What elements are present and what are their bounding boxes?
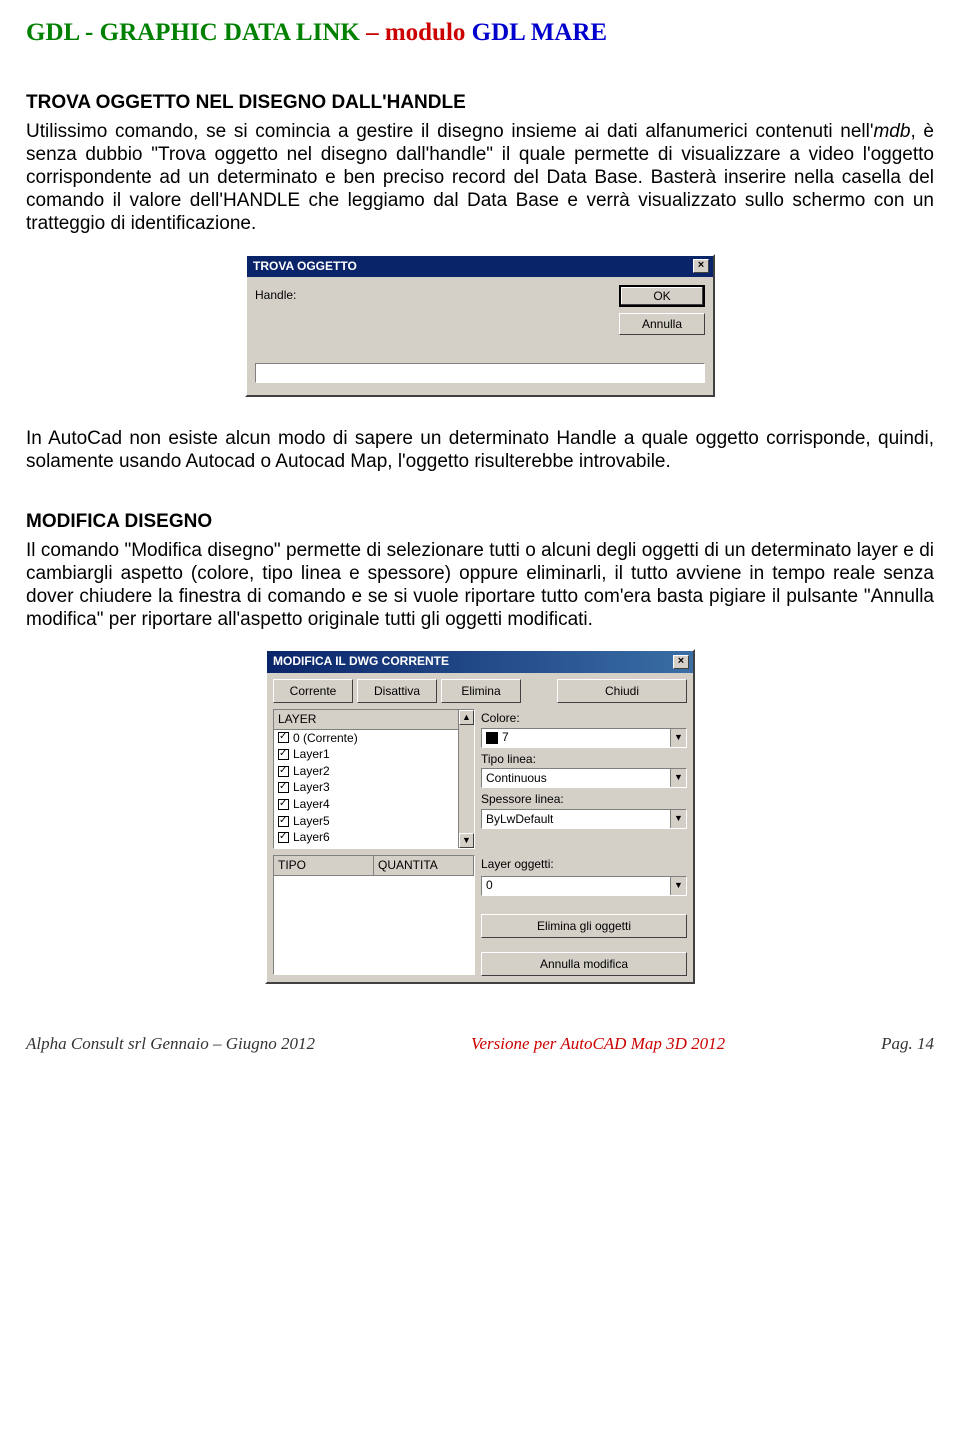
chevron-down-icon[interactable]: ▼: [670, 810, 686, 828]
checkbox-icon[interactable]: [278, 799, 289, 810]
section1-text-a: Utilissimo comando, se si comincia a ges…: [26, 121, 873, 142]
tipo-linea-label: Tipo linea:: [481, 752, 687, 767]
checkbox-icon[interactable]: [278, 732, 289, 743]
checkbox-icon[interactable]: [278, 816, 289, 827]
chiudi-button[interactable]: Chiudi: [557, 679, 687, 703]
colore-combo[interactable]: 7 ▼: [481, 728, 687, 748]
footer-left: Alpha Consult srl Gennaio – Giugno 2012: [26, 1034, 315, 1055]
page-header: GDL - GRAPHIC DATA LINK – modulo GDL MAR…: [26, 18, 934, 49]
layer-oggetti-label: Layer oggetti:: [481, 857, 687, 872]
header-part2: – modulo: [360, 19, 472, 46]
close-icon[interactable]: ×: [673, 655, 689, 669]
spessore-linea-value: ByLwDefault: [486, 812, 553, 827]
checkbox-icon[interactable]: [278, 782, 289, 793]
tipo-linea-combo[interactable]: Continuous ▼: [481, 768, 687, 788]
quantita-column-header: QUANTITA: [374, 856, 474, 876]
tipo-linea-value: Continuous: [486, 771, 547, 786]
header-part3: GDL MARE: [472, 19, 607, 46]
chevron-down-icon[interactable]: ▼: [670, 877, 686, 895]
layer-name: Layer6: [293, 830, 330, 845]
layer-row[interactable]: Layer6: [276, 829, 472, 846]
scrollbar[interactable]: ▲ ▼: [458, 710, 474, 848]
handle-label: Handle:: [255, 285, 296, 307]
layer-row[interactable]: 0 (Corrente): [276, 730, 472, 747]
checkbox-icon[interactable]: [278, 766, 289, 777]
header-part1: GDL - GRAPHIC DATA LINK: [26, 19, 360, 46]
layer-oggetti-combo[interactable]: 0 ▼: [481, 876, 687, 896]
section2-title: MODIFICA DISEGNO: [26, 510, 934, 533]
layer-name: Layer2: [293, 764, 330, 779]
section1-text-b: mdb: [873, 121, 910, 142]
handle-input[interactable]: [255, 363, 705, 383]
layer-listbox[interactable]: LAYER 0 (Corrente)Layer1 Layer2Layer3 Laye…: [273, 709, 475, 849]
colore-label: Colore:: [481, 711, 687, 726]
layer-name: Layer3: [293, 780, 330, 795]
section1-title: TROVA OGGETTO NEL DISEGNO DALL'HANDLE: [26, 91, 934, 114]
page-footer: Alpha Consult srl Gennaio – Giugno 2012 …: [26, 1034, 934, 1055]
layer-row[interactable]: Layer2: [276, 763, 472, 780]
trova-oggetto-dialog: TROVA OGGETTO × Handle: OK Annulla: [245, 254, 715, 398]
chevron-down-icon[interactable]: ▼: [670, 769, 686, 787]
elimina-button[interactable]: Elimina: [441, 679, 521, 703]
layer-name: Layer4: [293, 797, 330, 812]
layer-name: Layer5: [293, 814, 330, 829]
spessore-linea-combo[interactable]: ByLwDefault ▼: [481, 809, 687, 829]
paragraph-autocad: In AutoCad non esiste alcun modo di sape…: [26, 427, 934, 473]
dialog2-titlebar: MODIFICA IL DWG CORRENTE ×: [267, 651, 693, 673]
layer-row[interactable]: Layer1: [276, 746, 472, 763]
dialog1-titlebar: TROVA OGGETTO ×: [247, 256, 713, 278]
layer-name: 0 (Corrente): [293, 731, 358, 746]
layer-header: LAYER: [274, 710, 474, 730]
layer-row[interactable]: Layer4: [276, 796, 472, 813]
tipo-quantita-list[interactable]: TIPO QUANTITA: [273, 855, 475, 975]
section2-paragraph: Il comando "Modifica disegno" permette d…: [26, 539, 934, 632]
ok-button[interactable]: OK: [619, 285, 705, 307]
layer-row[interactable]: Layer5: [276, 813, 472, 830]
footer-right: Pag. 14: [881, 1034, 934, 1055]
elimina-oggetti-button[interactable]: Elimina gli oggetti: [481, 914, 687, 938]
dialog2-title-text: MODIFICA IL DWG CORRENTE: [273, 654, 449, 669]
corrente-button[interactable]: Corrente: [273, 679, 353, 703]
annulla-modifica-button[interactable]: Annulla modifica: [481, 952, 687, 976]
footer-mid: Versione per AutoCAD Map 3D 2012: [471, 1034, 725, 1055]
close-icon[interactable]: ×: [693, 259, 709, 273]
dialog1-title-text: TROVA OGGETTO: [253, 259, 357, 274]
colore-value: 7: [502, 730, 509, 745]
checkbox-icon[interactable]: [278, 832, 289, 843]
modifica-dwg-dialog: MODIFICA IL DWG CORRENTE × Corrente Disa…: [265, 649, 695, 983]
section1-paragraph: Utilissimo comando, se si comincia a ges…: [26, 120, 934, 236]
layer-oggetti-value: 0: [486, 878, 493, 893]
scroll-down-icon[interactable]: ▼: [459, 833, 474, 848]
layer-row[interactable]: Layer3: [276, 779, 472, 796]
layer-name: Layer1: [293, 747, 330, 762]
disattiva-button[interactable]: Disattiva: [357, 679, 437, 703]
chevron-down-icon[interactable]: ▼: [670, 729, 686, 747]
spessore-linea-label: Spessore linea:: [481, 792, 687, 807]
checkbox-icon[interactable]: [278, 749, 289, 760]
color-swatch-icon: [486, 732, 498, 744]
tipo-column-header: TIPO: [274, 856, 374, 876]
scroll-up-icon[interactable]: ▲: [459, 710, 474, 725]
cancel-button[interactable]: Annulla: [619, 313, 705, 335]
